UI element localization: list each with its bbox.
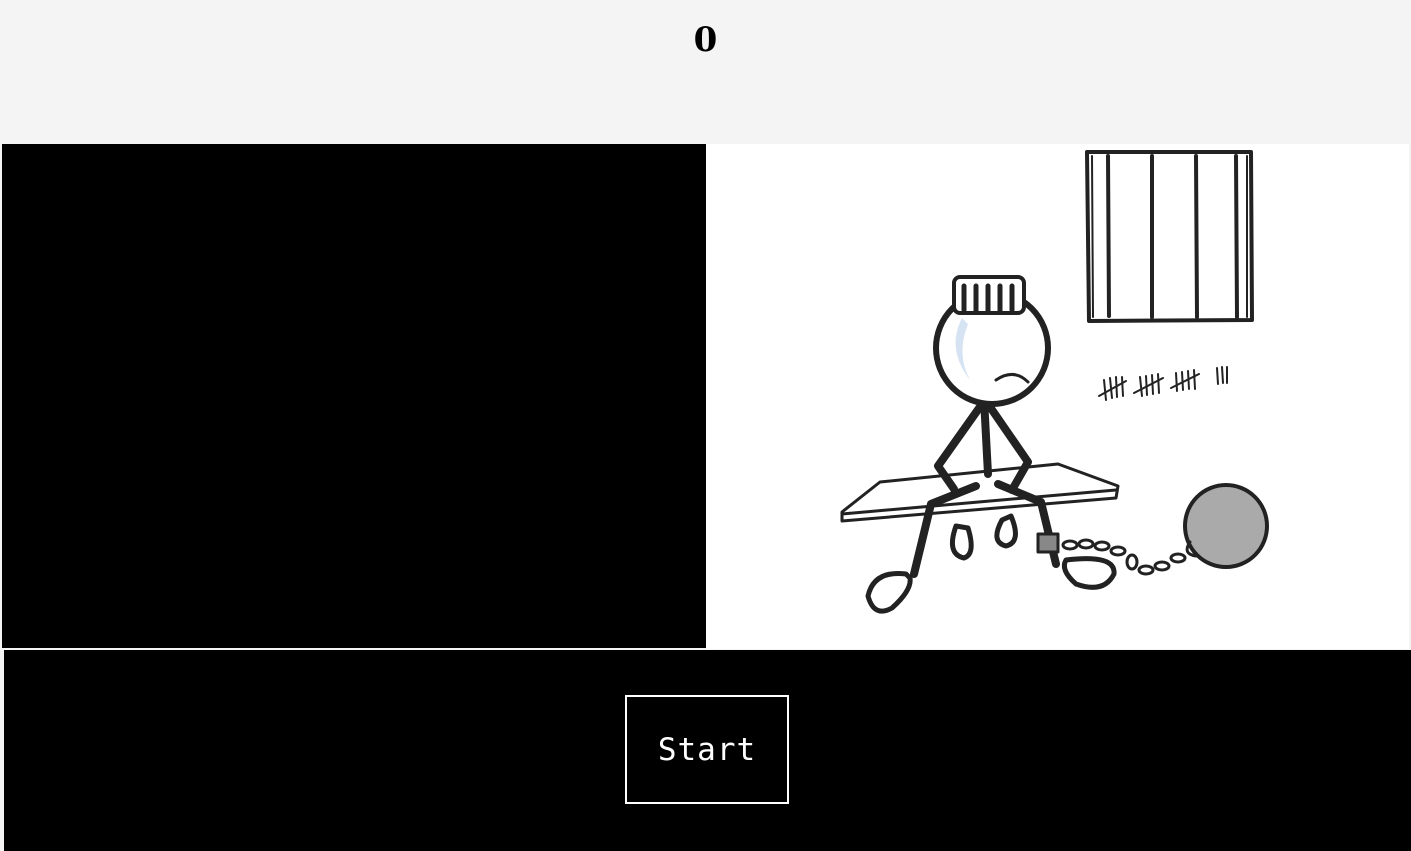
tally-marks (1098, 366, 1228, 401)
barred-window (1085, 150, 1254, 323)
scene-illustration (706, 144, 1409, 649)
bench (840, 462, 1120, 523)
score-header: 0 (0, 0, 1411, 144)
story-text-panel (2, 144, 706, 648)
score-counter: 0 (693, 20, 718, 60)
control-bar: Start (4, 650, 1411, 851)
start-button[interactable]: Start (625, 695, 789, 804)
prisoner-hands (949, 513, 1018, 561)
prisoner-feet (865, 556, 1117, 614)
prisoner-cell-drawing (840, 150, 1269, 614)
prisoner-head (933, 275, 1051, 407)
